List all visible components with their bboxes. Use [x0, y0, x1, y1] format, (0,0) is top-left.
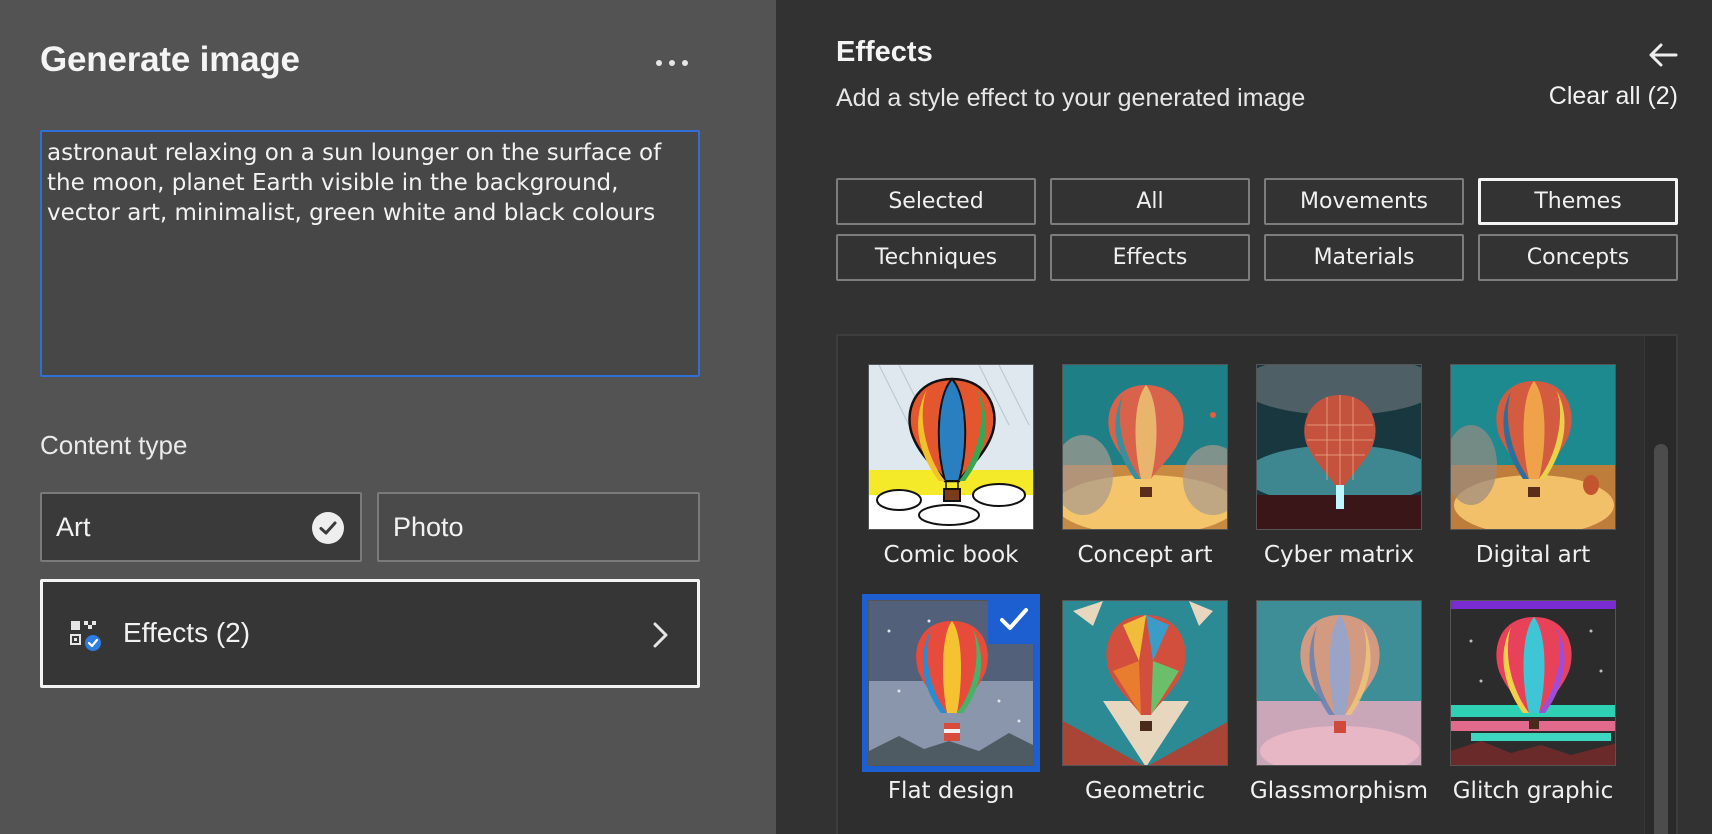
filter-all[interactable]: All — [1050, 178, 1250, 225]
effect-thumbnail — [1450, 364, 1616, 530]
back-arrow-icon[interactable] — [1648, 42, 1678, 68]
content-type-art-label: Art — [56, 511, 91, 542]
effect-thumbnail — [1256, 364, 1422, 530]
effect-label: Concept art — [1077, 542, 1213, 568]
effect-thumbnail — [1256, 600, 1422, 766]
effect-label: Flat design — [887, 778, 1015, 804]
prompt-textarea[interactable]: astronaut relaxing on a sun lounger on t… — [40, 130, 700, 377]
effect-thumbnail — [1062, 364, 1228, 530]
effects-button-label: Effects (2) — [123, 617, 251, 648]
effect-label: Digital art — [1475, 542, 1591, 568]
chevron-right-icon — [653, 622, 668, 648]
content-type-art-button[interactable]: Art — [40, 492, 362, 562]
effects-panel: Effects Add a style effect to your gener… — [776, 0, 1712, 834]
effects-button[interactable]: Effects (2) — [40, 579, 700, 688]
filter-materials[interactable]: Materials — [1264, 234, 1464, 281]
effects-title: Effects — [836, 36, 933, 68]
effect-label: Cyber matrix — [1263, 542, 1415, 568]
effect-thumbnail — [1062, 600, 1228, 766]
filter-effects[interactable]: Effects — [1050, 234, 1250, 281]
effects-icon — [70, 621, 101, 651]
filter-movements[interactable]: Movements — [1264, 178, 1464, 225]
effect-label: Comic book — [883, 542, 1019, 568]
scrollbar-thumb[interactable] — [1654, 444, 1668, 834]
effects-subtitle: Add a style effect to your generated ima… — [836, 84, 1306, 112]
filter-themes[interactable]: Themes — [1478, 178, 1678, 225]
checkmark-icon — [312, 512, 344, 544]
content-type-photo-button[interactable]: Photo — [377, 492, 700, 562]
ellipsis-icon[interactable] — [654, 52, 690, 72]
effect-label: Geometric — [1084, 778, 1206, 804]
clear-all-button[interactable]: Clear all (2) — [1549, 82, 1678, 111]
filter-concepts[interactable]: Concepts — [1478, 234, 1678, 281]
effects-gallery: Comic book Concept art Cyber matrix Digi… — [836, 334, 1678, 834]
gallery-scrollbar[interactable] — [1644, 336, 1676, 834]
checkmark-icon — [988, 594, 1040, 644]
filter-techniques[interactable]: Techniques — [836, 234, 1036, 281]
content-type-photo-label: Photo — [393, 511, 464, 542]
effect-thumbnail — [1450, 600, 1616, 766]
filter-tabs: Selected All Movements Themes Techniques… — [836, 178, 1680, 281]
filter-selected[interactable]: Selected — [836, 178, 1036, 225]
effect-thumbnail — [868, 364, 1034, 530]
panel-title: Generate image — [40, 40, 300, 79]
effect-label: Glitch graphic — [1452, 778, 1614, 804]
effect-label: Glassmorphism — [1249, 778, 1429, 804]
generate-image-panel: Generate image astronaut relaxing on a s… — [0, 0, 776, 834]
content-type-label: Content type — [40, 430, 188, 460]
